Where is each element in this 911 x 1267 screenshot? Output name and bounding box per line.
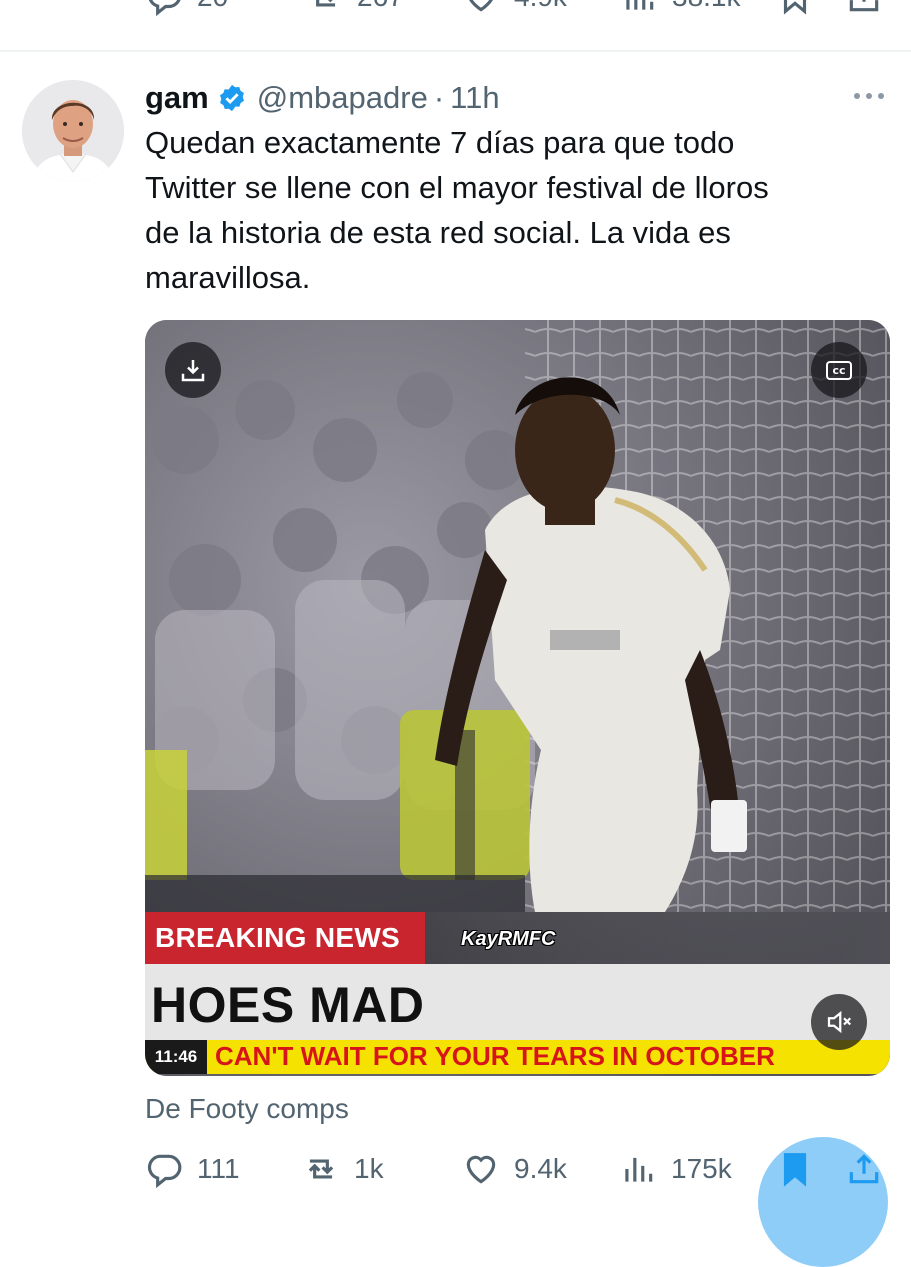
reply-count: 111 [197,1153,240,1184]
tweet-actions: 111 1k 9.4k 175k [0,1145,911,1200]
share-button[interactable] [845,1150,883,1188]
tweet-divider [0,50,911,52]
prev-reply-count: 20 [197,0,228,13]
more-icon[interactable] [851,84,887,108]
prev-like-count: 4.9k [514,0,567,13]
prev-repost-count: 267 [357,0,404,13]
breaking-news-label: BREAKING NEWS [145,912,425,964]
bookmark-icon [783,0,807,15]
avatar[interactable] [22,80,124,182]
views-icon [625,1157,653,1182]
like-icon [466,1155,496,1184]
tweet-text-line: de la historia de esta red social. La vi… [145,215,731,250]
bookmark-button[interactable] [776,1150,814,1188]
repost-icon [308,1159,334,1179]
views-count: 175k [671,1153,732,1184]
captions-button[interactable]: cc [811,342,867,398]
tweet-header: gam @mbapadre · 11h [145,76,500,120]
download-icon [181,360,205,382]
video-headline: HOES MAD [151,977,425,1033]
download-button[interactable] [165,342,221,398]
reply-icon [147,1154,182,1188]
video-watermark: KayRMFC [461,928,556,950]
reply-icon [148,0,181,16]
header-separator: · [433,80,445,115]
video-ticker: CAN'T WAIT FOR YOUR TEARS IN OCTOBER [215,1041,775,1071]
prev-bookmark-button[interactable] [776,0,814,16]
like-count: 9.4k [514,1153,567,1184]
tweet-timestamp[interactable]: 11h [450,80,499,116]
like-button[interactable]: 9.4k [462,1150,567,1188]
prev-views-button[interactable]: 38.1k [620,0,741,16]
repost-icon [316,0,336,7]
bookmark-icon [783,1153,807,1187]
previous-tweet-actions: 20 267 4.9k 38.1k [0,0,911,26]
prev-like-button[interactable]: 4.9k [462,0,567,16]
tweet-text: Quedan exactamente 7 días para que todo … [145,120,845,300]
avatar-photo [22,80,124,182]
video-clock: 11:46 [145,1040,207,1074]
repost-button[interactable]: 1k [302,1150,384,1188]
reply-button[interactable]: 111 [145,1150,240,1188]
tweet-video[interactable]: cc BREAKING NEWS KayRMFC HOES MAD 11:46 … [145,320,890,1076]
share-icon [849,1154,879,1184]
share-icon [849,0,879,12]
tweet-text-line: Twitter se llene con el mayor festival d… [145,170,769,205]
prev-repost-button[interactable]: 267 [305,0,404,16]
mute-button[interactable] [811,994,867,1050]
prev-reply-button[interactable]: 20 [145,0,228,16]
media-source[interactable]: De Footy comps [145,1093,349,1125]
verified-badge-icon [219,84,244,112]
views-button[interactable]: 175k [619,1150,732,1188]
tweet-text-line: maravillosa. [145,260,311,295]
tweet-text-line: Quedan exactamente 7 días para que todo [145,125,735,160]
prev-share-button[interactable] [845,0,883,16]
prev-views-count: 38.1k [672,0,741,13]
like-icon [469,0,493,12]
repost-count: 1k [354,1153,384,1184]
mute-icon [827,1010,852,1034]
views-icon [626,0,654,10]
author-name[interactable]: gam [145,80,209,116]
captions-icon: cc [826,360,852,380]
author-handle[interactable]: @mbapadre [257,80,428,116]
